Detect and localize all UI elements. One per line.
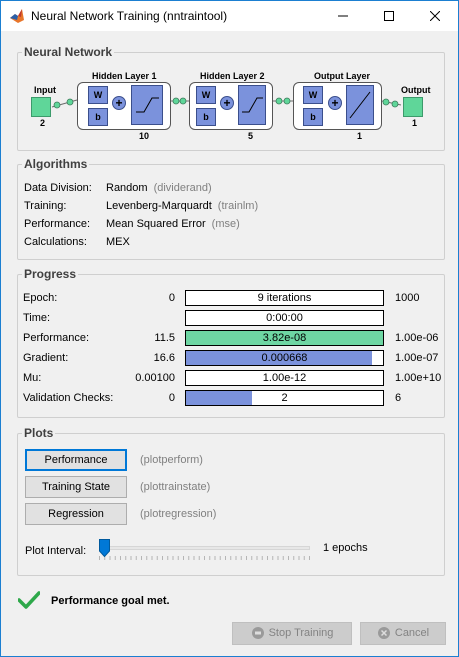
- progress-current-value: 2: [281, 392, 288, 404]
- progress-current-value: 3.82e-08: [262, 332, 307, 344]
- output-layer-sum-icon: +: [328, 96, 342, 110]
- progress-current-value: 9 iterations: [257, 292, 312, 304]
- output-block: [403, 97, 423, 117]
- layer-2-size: 5: [248, 131, 254, 141]
- output-layer-title: Output Layer: [314, 71, 371, 81]
- algorithm-label: Data Division:: [24, 182, 92, 194]
- progress-end-value: 1.00e-07: [395, 352, 439, 364]
- progress-start-value: 0: [168, 392, 175, 404]
- layer-1-activation-icon: [131, 85, 163, 125]
- network-diagram: Input 2 Hidden Layer 1 W b + 10 Hidden L…: [1, 1, 459, 161]
- layer-2-title: Hidden Layer 2: [200, 71, 265, 81]
- plot-interval-label: Plot Interval:: [25, 545, 87, 557]
- stop-icon: [251, 627, 264, 640]
- progress-row-gradient: Gradient: 16.6 0.000668 1.00e-07: [23, 350, 439, 366]
- algorithms-panel: Algorithms Data Division: Random (divider…: [17, 157, 445, 260]
- plot-interval-value: 1 epochs: [323, 542, 368, 554]
- plot-interval-slider-ticks: [99, 556, 310, 560]
- progress-end-value: 1.00e-06: [395, 332, 439, 344]
- progress-bar: 0.000668: [185, 350, 384, 366]
- plot-regression-function: (plotregression): [140, 508, 217, 520]
- layer-1-title: Hidden Layer 1: [92, 71, 157, 81]
- output-label: Output: [401, 85, 431, 95]
- cancel-icon: [377, 627, 390, 640]
- checkmark-icon: [18, 591, 40, 609]
- progress-section-title: Progress: [22, 267, 79, 281]
- algorithm-function: (trainlm): [217, 200, 259, 212]
- plot-performance-button[interactable]: Performance: [25, 449, 127, 471]
- progress-label: Validation Checks:: [23, 392, 114, 404]
- progress-label: Mu:: [23, 372, 42, 384]
- progress-current-value: 0.000668: [261, 352, 308, 364]
- network-connections: [51, 97, 402, 109]
- layer-2-activation-icon: [238, 85, 266, 125]
- plot-interval-slider-track[interactable]: [99, 546, 310, 550]
- layer-2-bias: b: [196, 108, 216, 126]
- algorithm-value: Levenberg-Marquardt: [106, 200, 212, 212]
- algorithm-function: (dividerand): [153, 182, 212, 194]
- layer-2-sum-icon: +: [220, 96, 234, 110]
- layer-2-weight: W: [196, 86, 216, 104]
- progress-row-validation-checks: Validation Checks: 0 2 6: [23, 390, 437, 406]
- progress-end-value: 6: [395, 392, 402, 404]
- cancel-button[interactable]: Cancel: [360, 622, 446, 645]
- progress-end-value: 1000: [395, 292, 420, 304]
- layer-1-bias: b: [88, 108, 108, 126]
- progress-label: Gradient:: [23, 352, 69, 364]
- algorithm-value: Mean Squared Error: [106, 218, 206, 230]
- progress-row-time: Time: 0:00:00: [23, 310, 437, 326]
- output-layer-weight: W: [303, 86, 323, 104]
- progress-bar: 0:00:00: [185, 310, 384, 326]
- progress-current-value: 1.00e-12: [262, 372, 307, 384]
- progress-bar: 9 iterations: [185, 290, 384, 306]
- plot-training-state-button[interactable]: Training State: [25, 476, 127, 498]
- progress-label: Performance:: [23, 332, 90, 344]
- progress-current-value: 0:00:00: [266, 312, 303, 324]
- status-message: Performance goal met.: [51, 595, 170, 607]
- output-layer-activation-icon: [346, 85, 374, 125]
- layer-1-size: 10: [139, 131, 150, 141]
- nntraintool-window: Neural Network Training (nntraintool) Ne…: [0, 0, 459, 657]
- plots-section-title: Plots: [22, 426, 56, 440]
- plot-interval-slider-thumb[interactable]: [99, 539, 110, 557]
- progress-bar: 3.82e-08: [185, 330, 384, 346]
- progress-row-epoch: Epoch: 0 9 iterations 1000: [23, 290, 437, 306]
- progress-start-value: 0.00100: [135, 372, 175, 384]
- algorithms-section-title: Algorithms: [22, 157, 90, 171]
- progress-row-mu: Mu: 0.00100 1.00e-12 1.00e+10: [23, 370, 441, 386]
- stop-training-button[interactable]: Stop Training: [232, 622, 352, 645]
- progress-label: Epoch:: [23, 292, 58, 304]
- layer-1-sum-icon: +: [112, 96, 126, 110]
- plot-training-state-function: (plottrainstate): [140, 481, 211, 493]
- output-layer-bias: b: [303, 108, 323, 126]
- output-layer-size: 1: [357, 131, 363, 141]
- progress-label: Time:: [23, 312, 51, 324]
- algorithm-value: Random: [106, 182, 148, 194]
- plot-regression-button[interactable]: Regression: [25, 503, 127, 525]
- progress-end-value: 1.00e+10: [395, 372, 442, 384]
- stop-training-label: Stop Training: [268, 627, 334, 639]
- algorithm-value: MEX: [106, 236, 130, 248]
- cancel-label: Cancel: [394, 627, 430, 639]
- progress-bar: 1.00e-12: [185, 370, 384, 386]
- progress-start-value: 16.6: [153, 352, 175, 364]
- algorithm-function: (mse): [211, 218, 240, 230]
- algorithm-label: Calculations:: [24, 236, 87, 248]
- output-size: 1: [412, 118, 418, 128]
- layer-1-weight: W: [88, 86, 108, 104]
- algorithm-label: Training:: [24, 200, 67, 212]
- plot-performance-function: (plotperform): [140, 454, 203, 466]
- progress-bar: 2: [185, 390, 384, 406]
- progress-row-performance: Performance: 11.5 3.82e-08 1.00e-06: [23, 330, 439, 346]
- algorithm-label: Performance:: [24, 218, 91, 230]
- progress-start-value: 0: [168, 292, 175, 304]
- progress-start-value: 11.5: [154, 332, 175, 344]
